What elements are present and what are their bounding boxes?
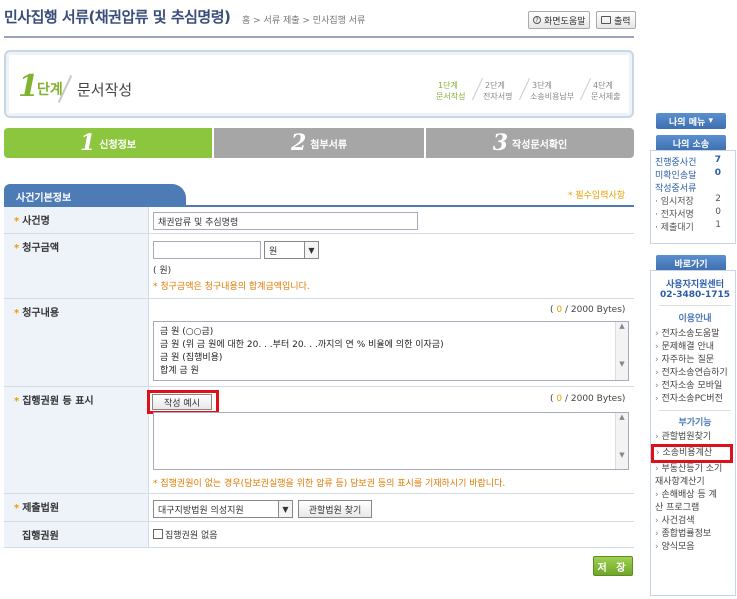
claim-amount-input[interactable] [153,241,261,259]
claim-unit-select[interactable]: 원 ▼ [264,241,319,259]
current-step-unit: 단계 [37,82,63,98]
tab-application-info[interactable]: 1 신청정보 [4,128,212,158]
tab-number: 3 [492,130,509,156]
tab-attachments[interactable]: 2 첨부서류 [214,128,424,158]
printer-icon [601,16,611,24]
current-step-name: 문서작성 [77,81,133,99]
title-divider [4,36,634,38]
sidebar-link-find-court[interactable]: 관할법원찾기 [655,431,735,444]
chevron-down-icon: ▼ [278,501,292,517]
sidebar-link-case-search[interactable]: 사건검색 [655,515,735,528]
step-item-4: 4단계 문서제출 [591,81,621,101]
sidebar-link-pc[interactable]: 전자소송PC버전 [655,393,735,406]
my-menu-button[interactable]: 나의 메뉴 ▾ [656,113,726,129]
help-button[interactable]: ? 화면도움말 [528,11,591,29]
page-title: 민사집행 서류(채권압류 및 추심명령) [4,8,231,26]
breadcrumb-home[interactable]: 홈 [242,16,250,26]
sidebar-link-ecourt-help[interactable]: 전자소송도움말 [655,328,735,341]
sidebar-item-unconfirmed-delivery[interactable]: 미확인송달 0 [655,168,735,181]
sidebar-link-legal-info[interactable]: 종합법률정보 [655,528,735,541]
step-item-1: 1단계 문서작성 [436,81,466,101]
claim-content-scrollbar[interactable]: ▲ ▼ [615,322,628,380]
exec-title-textarea[interactable] [153,412,629,470]
sidebar-link-practice[interactable]: 전자소송연습하기 [655,367,735,380]
claim-amount-korean: ( 원) [153,266,172,276]
sidebar-link-troubleshoot[interactable]: 문제해결 안내 [655,341,735,354]
print-button-label: 출력 [614,16,631,27]
court-select[interactable]: 대구지방법원 의성지원 ▼ [153,500,293,518]
support-center-phone: 02-3480-1715 [659,290,731,300]
claim-content-byte-count: ( 0 / 2000 Bytes) [550,305,626,315]
exec-title-cell [148,522,634,548]
tab-document-review[interactable]: 3 작성문서확인 [426,128,634,158]
tab-number: 2 [290,130,307,156]
claim-unit-value: 원 [269,246,278,257]
tab-label: 작성문서확인 [512,139,568,151]
case-name-label: * 사건명 [4,207,148,234]
breadcrumb-item-current: 민사집행 서류 [312,16,366,26]
find-court-button[interactable]: 관할법원 찾기 [298,500,372,518]
sidebar-item-pending-submit[interactable]: · 제출대기 1 [655,220,735,233]
case-name-input[interactable]: 채권압류 및 추심명령 [153,212,418,230]
chevron-down-icon: ▼ [304,242,318,258]
guide-header: 이용안내 [678,314,712,324]
court-label: * 제출법원 [4,494,148,522]
claim-content-label: * 청구내용 [4,299,148,387]
sidebar-item-e-signed[interactable]: · 전자서명 0 [655,207,735,220]
exec-title-label: 집행권원 [4,522,148,548]
current-step-number: 1 [18,69,39,104]
sidebar-link-damages-calc[interactable]: 손해배상 등 계산 프로그램 [655,489,725,515]
exec-title-note: * 집행권원이 없는 경우(담보권실행을 위한 압류 등) 담보권 등의 표시를… [153,479,506,489]
tab-label: 첨부서류 [310,139,348,151]
tab-label: 신청정보 [99,139,137,151]
write-example-button[interactable]: 작성 예시 [152,394,212,410]
extra-header: 부가기능 [678,418,712,428]
sidebar-link-forms[interactable]: 양식모음 [655,541,735,554]
breadcrumb-item-submit[interactable]: 서류 제출 [264,16,300,26]
exec-title-scrollbar[interactable]: ▲ ▼ [615,413,628,469]
save-button[interactable]: 저 장 [593,556,633,576]
sidebar-item-ongoing-cases[interactable]: 진행중사건 7 [655,155,735,168]
required-note: * 필수입력사항 [568,191,626,201]
shortcut-box: 사용자지원센터 02-3480-1715 이용안내 전자소송도움말 문제해결 안… [650,270,736,596]
shortcut-header: 바로가기 [656,255,726,271]
print-button[interactable]: 출력 [596,11,636,29]
sidebar-link-litigation-cost[interactable]: 소송비용계산 [651,444,733,463]
support-center-name: 사용자지원센터 [666,280,724,290]
step-item-3: 3단계 소송비용납부 [530,81,575,101]
chevron-down-icon: ▾ [708,116,713,126]
tab-number: 1 [79,130,96,156]
sidebar-link-mobile[interactable]: 전자소송 모바일 [655,380,735,393]
section-title: 사건기본정보 [4,184,186,206]
claim-amount-note: * 청구금액은 청구내용의 합계금액입니다. [153,282,310,292]
sidebar-drafting-header: 작성중서류 [655,184,697,194]
exec-byte-count: ( 0 / 2000 Bytes) [550,394,626,404]
breadcrumb: 홈 > 서류 제출 > 민사집행 서류 [242,16,366,26]
my-case-header: 나의 소송 [656,135,726,151]
sidebar-link-registry-calc[interactable]: 부동산등기 소기재사항계산기 [655,463,725,489]
claim-amount-label: * 청구금액 [4,234,148,299]
no-exec-title-label: 집행권원 없음 [165,531,218,541]
step-item-2: 2단계 전자서명 [483,81,513,101]
sidebar-item-temp-saved[interactable]: · 임시저장 2 [655,194,735,207]
sidebar-link-faq[interactable]: 자주하는 질문 [655,354,735,367]
court-select-value: 대구지방법원 의성지원 [158,505,244,516]
claim-content-textarea[interactable]: 금 원 (○○금) 금 원 (위 금 원에 대한 20. . .부터 20. .… [153,321,629,381]
help-button-label: 화면도움말 [544,16,586,27]
help-icon: ? [533,16,541,24]
no-exec-title-checkbox[interactable] [153,529,163,539]
exec-title-display-label: * 집행권원 등 표시 [4,387,148,494]
my-case-box: 진행중사건 7 미확인송달 0 작성중서류 · 임시저장 2 · 전자서명 0 · 제출… [650,150,736,244]
